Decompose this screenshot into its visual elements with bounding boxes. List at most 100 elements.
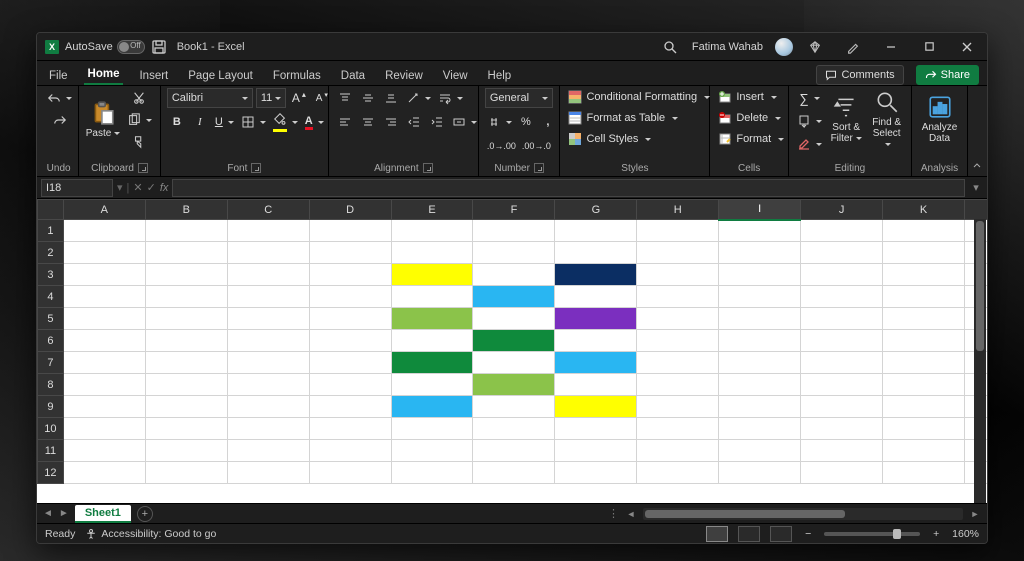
row-header-6[interactable]: 6 [38, 330, 64, 352]
cancel-formula-icon[interactable]: ✕ [133, 181, 142, 194]
cell-A4[interactable] [63, 286, 145, 308]
cell-J9[interactable] [801, 396, 883, 418]
cell-J6[interactable] [801, 330, 883, 352]
cell-E9[interactable] [391, 396, 473, 418]
cell-A5[interactable] [63, 308, 145, 330]
format-painter-button[interactable] [125, 132, 154, 152]
column-header-J[interactable]: J [801, 200, 883, 220]
cell-D2[interactable] [309, 242, 391, 264]
tab-review[interactable]: Review [381, 67, 427, 85]
increase-decimal-button[interactable]: .0→.00 [485, 136, 518, 156]
insert-cells-button[interactable]: Insert [716, 88, 786, 106]
cell-H6[interactable] [637, 330, 719, 352]
cell-A11[interactable] [63, 440, 145, 462]
cell-C5[interactable] [227, 308, 309, 330]
close-button[interactable] [951, 35, 983, 59]
font-name-select[interactable]: Calibri [167, 88, 253, 108]
cell-I7[interactable] [719, 352, 801, 374]
italic-button[interactable]: I [190, 112, 210, 132]
cell-K11[interactable] [883, 440, 965, 462]
cell-H4[interactable] [637, 286, 719, 308]
cell-G11[interactable] [555, 440, 637, 462]
cell-I5[interactable] [719, 308, 801, 330]
cell-K6[interactable] [883, 330, 965, 352]
accounting-format-button[interactable] [485, 112, 514, 132]
column-header-C[interactable]: C [227, 200, 309, 220]
zoom-slider[interactable] [824, 532, 920, 536]
new-sheet-button[interactable]: + [137, 506, 153, 522]
cell-E12[interactable] [391, 462, 473, 484]
tab-help[interactable]: Help [484, 67, 516, 85]
cell-I9[interactable] [719, 396, 801, 418]
column-header-H[interactable]: H [637, 200, 719, 220]
cell-B8[interactable] [145, 374, 227, 396]
cell-F3[interactable] [473, 264, 555, 286]
cell-D12[interactable] [309, 462, 391, 484]
cell-E6[interactable] [391, 330, 473, 352]
cell-E11[interactable] [391, 440, 473, 462]
tab-home[interactable]: Home [84, 65, 124, 85]
cell-J8[interactable] [801, 374, 883, 396]
tab-page-layout[interactable]: Page Layout [184, 67, 257, 85]
cell-B9[interactable] [145, 396, 227, 418]
cell-I2[interactable] [719, 242, 801, 264]
cell-A9[interactable] [63, 396, 145, 418]
cell-C11[interactable] [227, 440, 309, 462]
cell-B7[interactable] [145, 352, 227, 374]
pen-icon[interactable] [837, 35, 869, 59]
cell-B1[interactable] [145, 220, 227, 242]
cell-G6[interactable] [555, 330, 637, 352]
hscroll-right[interactable]: ► [969, 509, 981, 519]
cell-E7[interactable] [391, 352, 473, 374]
cell-K2[interactable] [883, 242, 965, 264]
cell-J2[interactable] [801, 242, 883, 264]
underline-button[interactable]: U [213, 112, 236, 132]
cell-G1[interactable] [555, 220, 637, 242]
column-header-L[interactable]: L [965, 200, 988, 220]
cell-D10[interactable] [309, 418, 391, 440]
row-header-10[interactable]: 10 [38, 418, 64, 440]
cell-B4[interactable] [145, 286, 227, 308]
align-top-button[interactable] [335, 88, 355, 108]
cell-F1[interactable] [473, 220, 555, 242]
view-page-layout-button[interactable] [738, 526, 760, 542]
format-as-table-button[interactable]: Format as Table [566, 109, 712, 127]
cell-C4[interactable] [227, 286, 309, 308]
hscroll-left[interactable]: ◄ [625, 509, 637, 519]
borders-button[interactable] [239, 112, 268, 132]
row-header-1[interactable]: 1 [38, 220, 64, 242]
cell-K9[interactable] [883, 396, 965, 418]
copy-button[interactable] [125, 110, 154, 130]
autosum-button[interactable]: ∑ [795, 88, 824, 108]
cell-G9[interactable] [555, 396, 637, 418]
column-header-I[interactable]: I [719, 200, 801, 220]
bold-button[interactable]: B [167, 112, 187, 132]
cell-G4[interactable] [555, 286, 637, 308]
cell-C7[interactable] [227, 352, 309, 374]
increase-font-button[interactable]: A▴ [289, 88, 309, 108]
cell-B11[interactable] [145, 440, 227, 462]
vertical-scrollbar[interactable] [974, 219, 986, 503]
cell-K7[interactable] [883, 352, 965, 374]
formula-input[interactable] [172, 179, 965, 197]
worksheet-grid[interactable]: ABCDEFGHIJKL123456789101112 [37, 199, 987, 503]
account-avatar[interactable] [775, 38, 793, 56]
autosave-toggle[interactable]: Off [117, 40, 145, 54]
tab-view[interactable]: View [439, 67, 472, 85]
cell-D1[interactable] [309, 220, 391, 242]
fx-icon[interactable]: fx [160, 182, 169, 194]
cell-C12[interactable] [227, 462, 309, 484]
view-normal-button[interactable] [706, 526, 728, 542]
cell-J5[interactable] [801, 308, 883, 330]
decrease-decimal-button[interactable]: .00→.0 [520, 136, 553, 156]
select-all-corner[interactable] [38, 200, 64, 220]
cell-F6[interactable] [473, 330, 555, 352]
cell-B5[interactable] [145, 308, 227, 330]
column-header-E[interactable]: E [391, 200, 473, 220]
column-header-B[interactable]: B [145, 200, 227, 220]
cell-G12[interactable] [555, 462, 637, 484]
analyze-data-button[interactable]: Analyze Data [918, 88, 961, 150]
row-header-12[interactable]: 12 [38, 462, 64, 484]
sort-filter-button[interactable]: Sort & Filter [828, 88, 864, 150]
tab-formulas[interactable]: Formulas [269, 67, 325, 85]
